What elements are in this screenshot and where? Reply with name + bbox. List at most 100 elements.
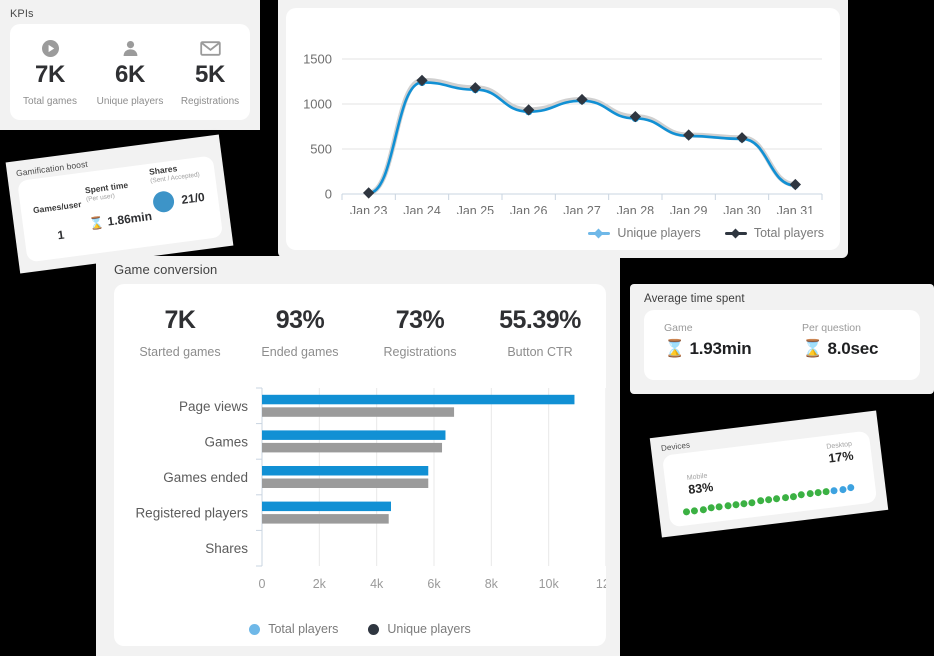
metric-label: Per question bbox=[802, 322, 861, 334]
kpi-total-games: 7K Total games bbox=[10, 37, 90, 107]
svg-text:Jan 27: Jan 27 bbox=[563, 204, 601, 214]
legend-item-unique-players[interactable]: Unique players bbox=[368, 622, 471, 636]
legend-label: Total players bbox=[268, 622, 339, 636]
device-dot-mobile bbox=[690, 506, 699, 515]
svg-text:12k: 12k bbox=[596, 577, 606, 591]
metric-shares: Shares (Sent / Accepted) 21/0 bbox=[148, 160, 206, 214]
device-dot-mobile bbox=[740, 499, 748, 508]
legend-item-total-players[interactable]: Total players bbox=[724, 226, 824, 240]
metric-value: ⌛ 1.93min bbox=[664, 339, 782, 359]
kpis-panel: KPIs 7K Total games 6K Unique players 5K… bbox=[0, 0, 260, 130]
svg-text:Jan 30: Jan 30 bbox=[723, 204, 761, 214]
svg-text:6k: 6k bbox=[427, 577, 441, 591]
metric-value-text: 21/0 bbox=[180, 189, 206, 207]
line-chart-legend: Unique players Total players bbox=[286, 226, 824, 240]
device-dot-mobile bbox=[682, 507, 691, 516]
svg-text:Jan 28: Jan 28 bbox=[617, 204, 655, 214]
hourglass-icon: ⌛ bbox=[802, 339, 823, 358]
metric-label: Games/user bbox=[32, 199, 82, 216]
svg-text:8k: 8k bbox=[485, 577, 499, 591]
metric-value: ⌛ 8.0sec bbox=[802, 339, 920, 359]
metric-label: Game bbox=[664, 322, 693, 334]
players-over-time-panel: 0 500 1000 1500 Jan 23 Jan 24 Jan 25 Jan 26 Jan … bbox=[278, 0, 848, 258]
svg-text:Jan 23: Jan 23 bbox=[350, 204, 388, 214]
devices-desktop-value: 17% bbox=[827, 448, 855, 466]
device-dot-mobile bbox=[772, 494, 781, 503]
svg-text:0: 0 bbox=[325, 187, 332, 202]
svg-text:0: 0 bbox=[259, 577, 266, 591]
stat-label: Button CTR bbox=[507, 345, 573, 359]
legend-label: Total players bbox=[753, 226, 824, 240]
legend-item-total-players[interactable]: Total players bbox=[249, 622, 338, 636]
legend-label: Unique players bbox=[387, 622, 471, 636]
kpi-label: Total games bbox=[23, 96, 77, 107]
bar-chart-legend: Total players Unique players bbox=[114, 622, 606, 636]
metric-value: 21/0 bbox=[151, 186, 206, 214]
svg-text:Shares: Shares bbox=[205, 541, 248, 556]
conversion-stat-registrations: 73% Registrations bbox=[360, 306, 480, 359]
players-over-time-card: 0 500 1000 1500 Jan 23 Jan 24 Jan 25 Jan 26 Jan … bbox=[286, 8, 840, 250]
metric-value: ⌛ 1.86min bbox=[88, 209, 152, 231]
average-time-game: Game ⌛ 1.93min bbox=[644, 310, 782, 380]
metric-games-per-user: Games/user 1 bbox=[32, 199, 85, 245]
conversion-stat-ended-games: 93% Ended games bbox=[240, 306, 360, 359]
svg-text:10k: 10k bbox=[539, 577, 560, 591]
kpi-label: Registrations bbox=[180, 96, 240, 107]
game-conversion-title: Game conversion bbox=[114, 262, 218, 277]
gamification-boost-panel: Gamification boost Games/user 1 Spent ti… bbox=[5, 134, 234, 274]
device-dot-mobile bbox=[707, 504, 716, 513]
envelope-icon bbox=[170, 37, 250, 59]
kpi-value: 5K bbox=[194, 61, 226, 88]
average-time-card: Game ⌛ 1.93min Per question ⌛ 8.0sec bbox=[644, 310, 920, 380]
svg-text:Games: Games bbox=[204, 434, 248, 449]
stat-value: 7K bbox=[164, 306, 196, 334]
metric-value-text: 8.0sec bbox=[827, 339, 879, 358]
device-dot-mobile bbox=[789, 492, 798, 501]
shares-donut-chart bbox=[151, 189, 176, 214]
kpi-unique-players: 6K Unique players bbox=[90, 37, 170, 107]
devices-desktop: Desktop 17% bbox=[826, 441, 854, 466]
average-time-title: Average time spent bbox=[644, 293, 745, 305]
metric-value-text: 1.86min bbox=[106, 208, 153, 229]
hourglass-icon: ⌛ bbox=[88, 215, 106, 232]
svg-text:4k: 4k bbox=[370, 577, 384, 591]
kpi-label: Unique players bbox=[96, 96, 164, 107]
devices-panel: Devices Mobile 83% Desktop 17% bbox=[649, 410, 889, 538]
svg-text:Page views: Page views bbox=[179, 399, 248, 414]
average-time-spent-panel: Average time spent Game ⌛ 1.93min Per qu… bbox=[630, 284, 934, 394]
metric-value: 1 bbox=[56, 227, 66, 243]
metric-value-text: 1.93min bbox=[689, 339, 752, 358]
stat-label: Registrations bbox=[383, 345, 457, 359]
svg-text:Jan 31: Jan 31 bbox=[777, 204, 815, 214]
devices-mobile-value: 83% bbox=[687, 479, 715, 497]
device-dot-desktop bbox=[830, 486, 839, 495]
hourglass-icon: ⌛ bbox=[664, 339, 685, 358]
devices-mobile: Mobile 83% bbox=[687, 472, 715, 497]
device-dot-mobile bbox=[764, 496, 773, 504]
stat-value: 93% bbox=[275, 306, 325, 334]
devices-card: Mobile 83% Desktop 17% bbox=[661, 430, 878, 528]
devices-panel-title: Devices bbox=[660, 440, 691, 453]
kpis-card: 7K Total games 6K Unique players 5K Regi… bbox=[10, 24, 250, 120]
device-dot-mobile bbox=[731, 500, 740, 509]
stat-value: 73% bbox=[395, 306, 445, 334]
average-time-per-question: Per question ⌛ 8.0sec bbox=[782, 310, 920, 380]
stat-label: Ended games bbox=[261, 345, 339, 359]
svg-text:1500: 1500 bbox=[303, 52, 332, 67]
legend-item-unique-players[interactable]: Unique players bbox=[588, 226, 701, 240]
device-dot-mobile bbox=[781, 493, 789, 502]
kpi-value: 6K bbox=[114, 61, 146, 88]
game-conversion-panel: Game conversion 7K Started games 93% End… bbox=[96, 256, 620, 656]
svg-text:Games ended: Games ended bbox=[163, 470, 248, 485]
legend-label: Unique players bbox=[617, 226, 701, 240]
device-dot-desktop bbox=[846, 484, 855, 492]
device-dot-mobile bbox=[748, 498, 757, 507]
device-dot-mobile bbox=[756, 497, 765, 506]
svg-text:500: 500 bbox=[310, 142, 332, 157]
svg-text:Jan 26: Jan 26 bbox=[510, 204, 548, 214]
legend-marker-total-players bbox=[724, 228, 747, 238]
conversion-stat-started-games: 7K Started games bbox=[120, 306, 240, 359]
kpis-panel-title: KPIs bbox=[10, 8, 34, 20]
conversion-stats-row: 7K Started games 93% Ended games 73% Reg… bbox=[114, 284, 606, 363]
device-dot-mobile bbox=[699, 505, 707, 514]
